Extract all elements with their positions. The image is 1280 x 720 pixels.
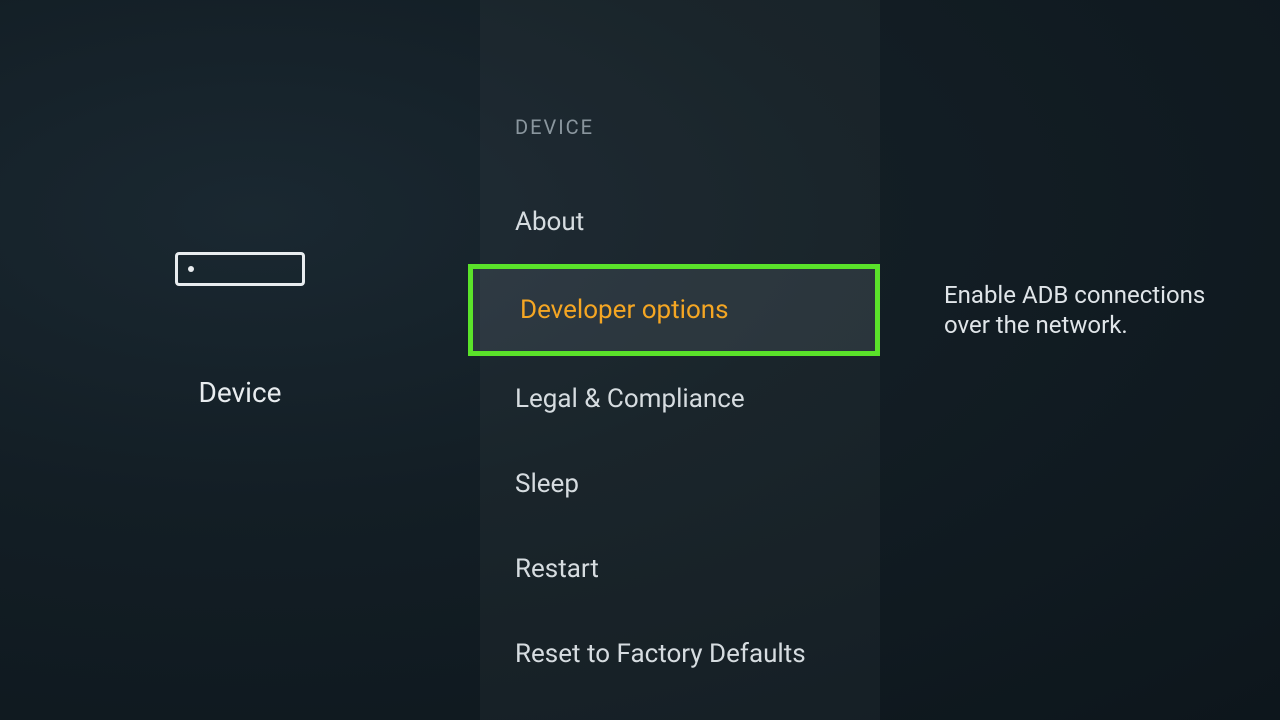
- menu-item-legal-compliance[interactable]: Legal & Compliance: [480, 356, 880, 441]
- menu-list: About Developer options Legal & Complian…: [480, 179, 880, 696]
- menu-item-label: Reset to Factory Defaults: [515, 639, 806, 669]
- menu-item-restart[interactable]: Restart: [480, 526, 880, 611]
- menu-item-factory-reset[interactable]: Reset to Factory Defaults: [480, 611, 880, 696]
- center-menu-panel: DEVICE About Developer options Legal & C…: [480, 0, 880, 720]
- menu-item-label: Restart: [515, 554, 599, 584]
- menu-item-label: Sleep: [515, 469, 579, 499]
- item-description: Enable ADB connections over the network.: [944, 280, 1240, 340]
- device-icon: [175, 252, 305, 286]
- menu-header: DEVICE: [480, 115, 880, 139]
- menu-item-sleep[interactable]: Sleep: [480, 441, 880, 526]
- menu-item-label: About: [515, 207, 584, 237]
- menu-item-developer-options[interactable]: Developer options: [468, 264, 880, 356]
- left-panel: Device: [0, 0, 480, 720]
- menu-item-label: Legal & Compliance: [515, 384, 745, 414]
- menu-item-about[interactable]: About: [480, 179, 880, 264]
- left-panel-title: Device: [199, 376, 282, 409]
- right-description-panel: Enable ADB connections over the network.: [880, 0, 1280, 720]
- menu-item-label: Developer options: [520, 295, 729, 325]
